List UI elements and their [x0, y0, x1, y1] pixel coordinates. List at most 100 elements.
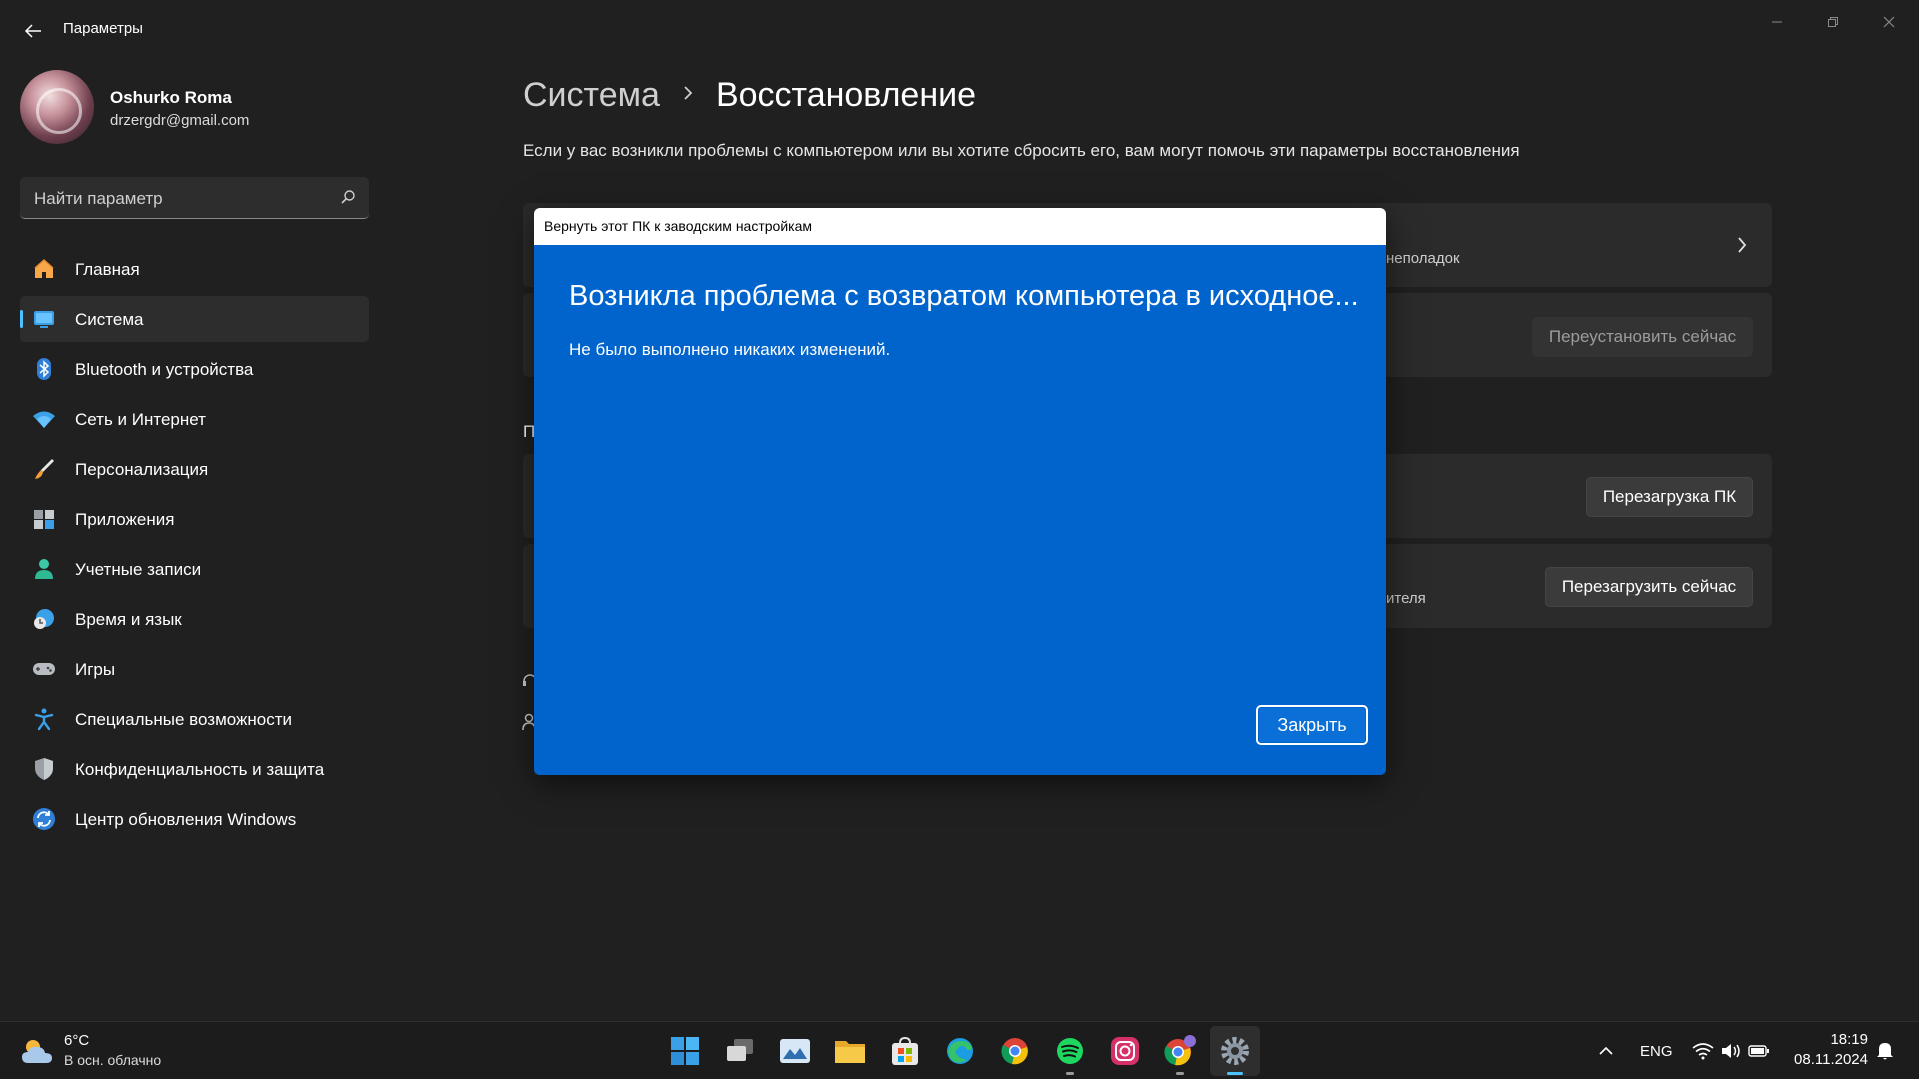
reinstall-now-button[interactable]: Переустановить сейчас	[1532, 317, 1753, 357]
photos-icon	[780, 1039, 810, 1063]
language-indicator[interactable]: ENG	[1640, 1022, 1673, 1079]
show-hidden-icons-button[interactable]	[1598, 1022, 1618, 1079]
search-placeholder: Найти параметр	[34, 189, 163, 208]
sidebar-item-label: Приложения	[75, 510, 175, 529]
back-button[interactable]	[16, 14, 50, 48]
maximize-button[interactable]	[1805, 6, 1861, 38]
clock-date: 08.11.2024	[1794, 1051, 1868, 1068]
user-profile[interactable]: Oshurko Roma drzergdr@gmail.com	[20, 70, 360, 150]
sidebar-item-label: Главная	[75, 260, 140, 279]
clock[interactable]: 18:19 08.11.2024	[1780, 1031, 1868, 1068]
instagram-button[interactable]	[1100, 1026, 1150, 1076]
instagram-icon	[1111, 1037, 1139, 1065]
task-view-button[interactable]	[715, 1026, 765, 1076]
quick-settings-button[interactable]	[1692, 1022, 1772, 1079]
spotify-icon	[1057, 1038, 1083, 1064]
edge-icon	[947, 1038, 973, 1064]
dialog-titlebar: Вернуть этот ПК к заводским настройкам	[534, 208, 1386, 245]
chrome-button[interactable]	[990, 1026, 1040, 1076]
sidebar-item-apps[interactable]: Приложения	[20, 496, 369, 542]
title-bar: Параметры	[0, 0, 1919, 60]
system-icon	[32, 307, 56, 331]
shield-icon	[32, 757, 56, 781]
notification-bell-icon[interactable]	[1876, 1041, 1894, 1061]
sidebar-item-label: Учетные записи	[75, 560, 202, 579]
restart-pc-button[interactable]: Перезагрузка ПК	[1586, 477, 1753, 517]
bluetooth-icon	[32, 357, 56, 381]
update-icon	[32, 807, 56, 831]
sidebar-item-label: Система	[75, 310, 144, 329]
sidebar-item-network[interactable]: Сеть и Интернет	[20, 396, 369, 442]
edge-button[interactable]	[935, 1026, 985, 1076]
restart-now-button[interactable]: Перезагрузить сейчас	[1545, 567, 1753, 607]
apps-icon	[32, 507, 56, 531]
weather-condition: В осн. облачно	[64, 1052, 162, 1068]
weather-widget[interactable]: 6°C В осн. облачно	[20, 1031, 220, 1071]
sidebar-item-windows-update[interactable]: Центр обновления Windows	[20, 796, 369, 842]
breadcrumb-parent[interactable]: Система	[523, 76, 660, 115]
sidebar-item-gaming[interactable]: Игры	[20, 646, 369, 692]
profile-email: drzergdr@gmail.com	[110, 112, 250, 129]
chevron-up-icon	[1599, 1046, 1613, 1055]
running-indicator	[1176, 1072, 1184, 1075]
search-input[interactable]: Найти параметр	[20, 177, 369, 219]
chrome-icon	[1001, 1038, 1028, 1065]
sidebar-item-label: Bluetooth и устройства	[75, 360, 254, 379]
page-description: Если у вас возникли проблемы с компьютер…	[523, 141, 1520, 160]
sidebar-item-home[interactable]: Главная	[20, 246, 369, 292]
weather-temperature: 6°C	[64, 1032, 90, 1049]
sidebar-item-label: Конфиденциальность и защита	[75, 760, 325, 779]
sidebar-item-bluetooth[interactable]: Bluetooth и устройства	[20, 346, 369, 392]
start-icon	[671, 1037, 699, 1065]
sidebar-item-accounts[interactable]: Учетные записи	[20, 546, 369, 592]
active-indicator	[1227, 1072, 1243, 1075]
battery-icon	[1748, 1045, 1769, 1057]
sidebar-item-label: Центр обновления Windows	[75, 810, 297, 829]
sidebar-nav: Главная Система Bluetooth и устройства С…	[20, 246, 369, 846]
sidebar-item-label: Сеть и Интернет	[75, 410, 206, 429]
running-indicator	[1066, 1072, 1074, 1075]
chevron-right-icon	[682, 81, 694, 109]
clock-time: 18:19	[1830, 1031, 1868, 1048]
dialog-heading: Возникла проблема с возвратом компьютера…	[569, 280, 1359, 312]
reset-error-dialog: Вернуть этот ПК к заводским настройкам В…	[534, 208, 1386, 775]
minimize-button[interactable]	[1749, 6, 1805, 38]
dialog-body: Возникла проблема с возвратом компьютера…	[534, 245, 1386, 775]
close-window-button[interactable]	[1861, 6, 1917, 38]
file-explorer-icon	[835, 1041, 865, 1063]
gamepad-icon	[32, 657, 56, 681]
sidebar-item-accessibility[interactable]: Специальные возможности	[20, 696, 369, 742]
sidebar-item-time-language[interactable]: Время и язык	[20, 596, 369, 642]
file-explorer-button[interactable]	[825, 1026, 875, 1076]
profile-name: Oshurko Roma	[110, 88, 232, 107]
advanced-startup-subtitle: ителя	[1386, 590, 1426, 607]
breadcrumb: Система Восстановление	[523, 70, 976, 120]
troubleshoot-card-subtitle: неполадок	[1386, 250, 1460, 267]
task-view-icon	[727, 1039, 753, 1061]
sidebar-item-system[interactable]: Система	[20, 296, 369, 342]
settings-button[interactable]	[1210, 1026, 1260, 1076]
start-button[interactable]	[660, 1026, 710, 1076]
wifi-icon	[32, 407, 56, 431]
sidebar-item-label: Игры	[75, 660, 116, 679]
microsoft-store-button[interactable]	[880, 1026, 930, 1076]
restore-icon	[1828, 17, 1838, 27]
chrome-profile-button[interactable]	[1155, 1026, 1205, 1076]
dialog-title: Вернуть этот ПК к заводским настройкам	[544, 218, 812, 234]
microsoft-store-icon	[892, 1036, 918, 1065]
sidebar-item-label: Специальные возможности	[75, 710, 293, 729]
search-icon	[341, 190, 355, 204]
dialog-close-button[interactable]: Закрыть	[1256, 705, 1368, 745]
home-icon	[32, 257, 56, 281]
taskbar: 6°C В осн. облачно ENG 18:19 08.11.2024	[0, 1021, 1919, 1079]
avatar	[20, 70, 94, 144]
chevron-right-icon	[1738, 237, 1747, 253]
sidebar-item-personalization[interactable]: Персонализация	[20, 446, 369, 492]
spotify-button[interactable]	[1045, 1026, 1095, 1076]
page-title: Восстановление	[715, 75, 977, 114]
dialog-message: Не было выполнено никаких изменений.	[569, 340, 891, 359]
close-icon	[1883, 16, 1895, 28]
photos-button[interactable]	[770, 1026, 820, 1076]
sidebar-item-privacy[interactable]: Конфиденциальность и защита	[20, 746, 369, 792]
volume-icon	[1722, 1044, 1740, 1058]
